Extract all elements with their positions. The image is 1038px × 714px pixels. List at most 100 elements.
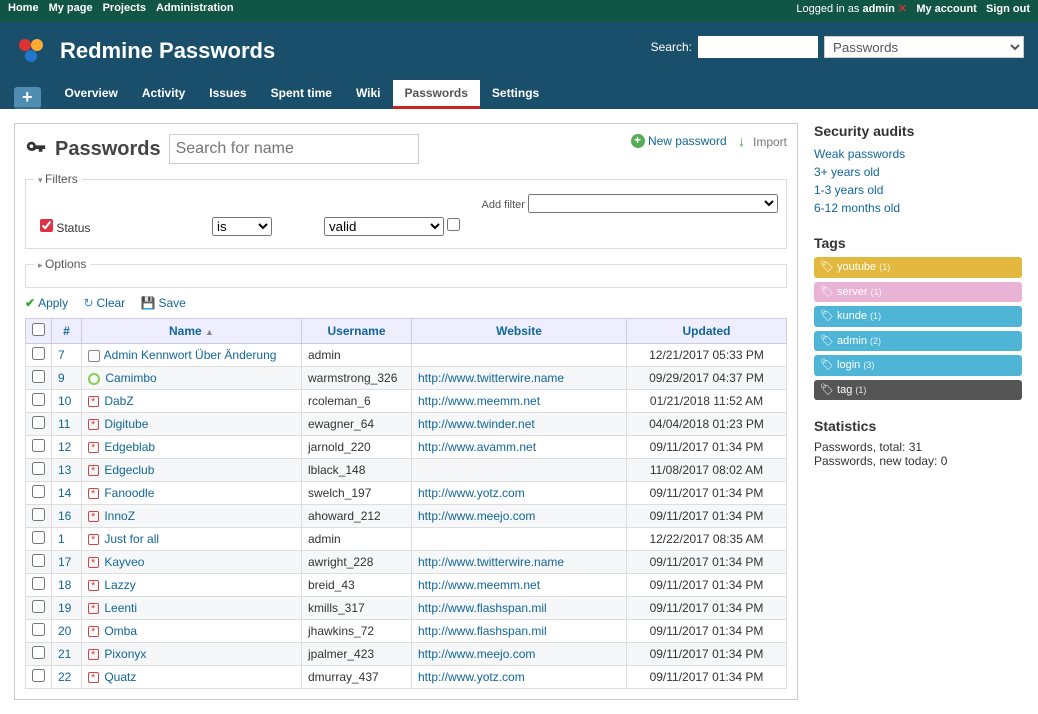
col-updated[interactable]: Updated: [627, 319, 787, 344]
audit-link[interactable]: 3+ years old: [814, 163, 1024, 181]
tag-kunde[interactable]: 🏷 kunde (1): [814, 306, 1022, 327]
website-link[interactable]: http://www.twinder.net: [418, 417, 535, 431]
tag-server[interactable]: 🏷 server (1): [814, 282, 1022, 303]
row-name-link[interactable]: Quatz: [104, 670, 136, 684]
sign-out-link[interactable]: Sign out: [986, 3, 1030, 15]
row-id-link[interactable]: 1: [58, 532, 65, 546]
save-button[interactable]: 💾Save: [141, 296, 186, 310]
col-username[interactable]: Username: [302, 319, 412, 344]
top-link-projects[interactable]: Projects: [103, 2, 146, 14]
row-name-link[interactable]: Omba: [104, 624, 137, 638]
row-id-link[interactable]: 19: [58, 601, 71, 615]
top-link-home[interactable]: Home: [8, 2, 39, 14]
options-legend[interactable]: Options: [34, 257, 90, 271]
row-name-link[interactable]: Just for all: [104, 532, 159, 546]
website-link[interactable]: http://www.yotz.com: [418, 486, 525, 500]
row-checkbox[interactable]: [32, 416, 45, 429]
row-name-link[interactable]: Camimbo: [105, 371, 156, 385]
clear-button[interactable]: ↻Clear: [83, 296, 125, 310]
audit-link[interactable]: 1-3 years old: [814, 181, 1024, 199]
website-link[interactable]: http://www.meejo.com: [418, 509, 535, 523]
website-link[interactable]: http://www.flashspan.mil: [418, 624, 547, 638]
row-checkbox[interactable]: [32, 508, 45, 521]
new-object-button[interactable]: +: [14, 87, 41, 109]
add-filter-select[interactable]: [528, 194, 778, 213]
tab-spent-time[interactable]: Spent time: [259, 80, 344, 106]
website-link[interactable]: http://www.yotz.com: [418, 670, 525, 684]
row-checkbox[interactable]: [32, 554, 45, 567]
row-checkbox[interactable]: [32, 462, 45, 475]
row-name-link[interactable]: Edgeblab: [104, 440, 155, 454]
row-checkbox[interactable]: [32, 623, 45, 636]
row-name-link[interactable]: DabZ: [104, 394, 133, 408]
row-id-link[interactable]: 9: [58, 371, 65, 385]
website-link[interactable]: http://www.meemm.net: [418, 578, 540, 592]
row-checkbox[interactable]: [32, 439, 45, 452]
row-name-link[interactable]: Edgeclub: [104, 463, 154, 477]
row-checkbox[interactable]: [32, 646, 45, 659]
row-checkbox[interactable]: [32, 393, 45, 406]
tag-tag[interactable]: 🏷 tag (1): [814, 380, 1022, 401]
tag-admin[interactable]: 🏷 admin (2): [814, 331, 1022, 352]
row-name-link[interactable]: Lazzy: [104, 578, 135, 592]
row-id-link[interactable]: 20: [58, 624, 71, 638]
tab-passwords[interactable]: Passwords: [393, 80, 480, 109]
row-name-link[interactable]: Leenti: [104, 601, 137, 615]
import-link[interactable]: Import: [738, 135, 787, 149]
status-value-select[interactable]: valid: [324, 217, 444, 236]
row-id-link[interactable]: 14: [58, 486, 71, 500]
row-id-link[interactable]: 7: [58, 348, 65, 362]
audit-link[interactable]: 6-12 months old: [814, 199, 1024, 217]
row-checkbox[interactable]: [32, 531, 45, 544]
name-search-input[interactable]: [169, 134, 419, 164]
status-operator-select[interactable]: is: [212, 217, 272, 236]
row-checkbox[interactable]: [32, 370, 45, 383]
row-checkbox[interactable]: [32, 485, 45, 498]
col-id[interactable]: #: [52, 319, 82, 344]
select-all-checkbox[interactable]: [32, 323, 45, 336]
website-link[interactable]: http://www.twitterwire.name: [418, 555, 564, 569]
website-link[interactable]: http://www.meejo.com: [418, 647, 535, 661]
logged-user-link[interactable]: admin: [862, 3, 894, 15]
row-checkbox[interactable]: [32, 347, 45, 360]
website-link[interactable]: http://www.meemm.net: [418, 394, 540, 408]
col-website[interactable]: Website: [412, 319, 627, 344]
search-input[interactable]: [698, 36, 818, 58]
tag-login[interactable]: 🏷 login (3): [814, 355, 1022, 376]
row-id-link[interactable]: 11: [58, 417, 70, 431]
row-id-link[interactable]: 17: [58, 555, 71, 569]
row-id-link[interactable]: 18: [58, 578, 71, 592]
row-id-link[interactable]: 12: [58, 440, 71, 454]
row-name-link[interactable]: Pixonyx: [104, 647, 146, 661]
tab-issues[interactable]: Issues: [197, 80, 258, 106]
row-name-link[interactable]: Kayveo: [104, 555, 144, 569]
row-checkbox[interactable]: [32, 669, 45, 682]
tab-wiki[interactable]: Wiki: [344, 80, 393, 106]
top-link-my-page[interactable]: My page: [49, 2, 93, 14]
row-name-link[interactable]: Digitube: [104, 417, 148, 431]
new-password-link[interactable]: New password: [631, 134, 727, 148]
status-multi-toggle[interactable]: [447, 218, 460, 231]
apply-button[interactable]: ✔Apply: [25, 296, 68, 310]
tab-settings[interactable]: Settings: [480, 80, 551, 106]
top-link-administration[interactable]: Administration: [156, 2, 234, 14]
project-jump-select[interactable]: Passwords: [824, 36, 1024, 58]
row-checkbox[interactable]: [32, 600, 45, 613]
tab-activity[interactable]: Activity: [130, 80, 197, 106]
website-link[interactable]: http://www.twitterwire.name: [418, 371, 564, 385]
website-link[interactable]: http://www.avamm.net: [418, 440, 536, 454]
row-id-link[interactable]: 16: [58, 509, 71, 523]
row-id-link[interactable]: 22: [58, 670, 71, 684]
row-name-link[interactable]: Admin Kennwort Über Änderung: [104, 348, 277, 362]
col-name[interactable]: Name ▲: [82, 319, 302, 344]
my-account-link[interactable]: My account: [916, 3, 977, 15]
status-filter-checkbox[interactable]: [40, 219, 53, 232]
website-link[interactable]: http://www.flashspan.mil: [418, 601, 547, 615]
tag-youtube[interactable]: 🏷 youtube (1): [814, 257, 1022, 278]
filters-legend[interactable]: Filters: [34, 172, 82, 186]
row-checkbox[interactable]: [32, 577, 45, 590]
row-id-link[interactable]: 10: [58, 394, 71, 408]
row-id-link[interactable]: 13: [58, 463, 71, 477]
row-id-link[interactable]: 21: [58, 647, 71, 661]
row-name-link[interactable]: Fanoodle: [104, 486, 154, 500]
